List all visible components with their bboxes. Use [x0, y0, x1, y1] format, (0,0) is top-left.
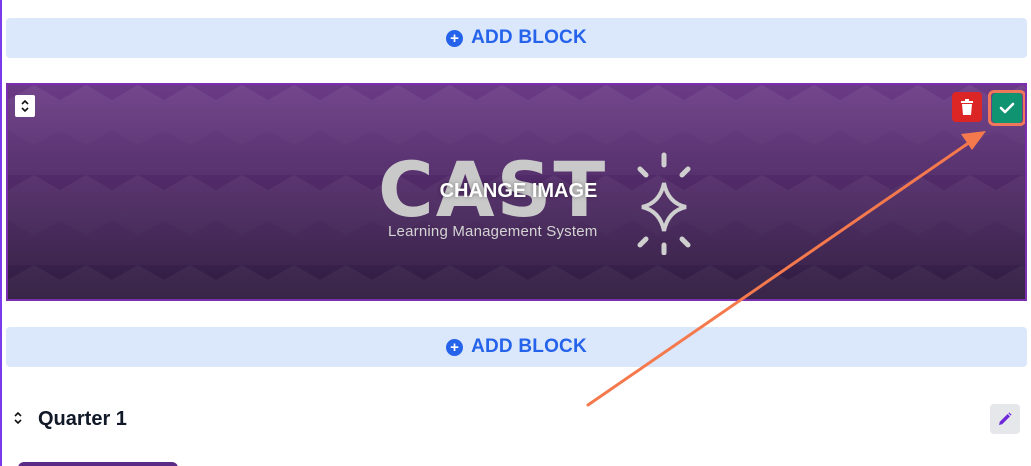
delete-block-button[interactable] [952, 92, 982, 122]
add-block-button-bottom[interactable]: + ADD BLOCK [6, 327, 1027, 367]
plus-circle-icon: + [446, 29, 464, 47]
logo-subtitle: Learning Management System [388, 223, 598, 240]
change-image-button[interactable]: CHANGE IMAGE [8, 180, 1025, 203]
banner-image-block[interactable]: CAST Learning Management System CHANGE I… [6, 83, 1027, 301]
add-block-button-top[interactable]: + ADD BLOCK [6, 18, 1027, 58]
trash-icon [961, 99, 973, 115]
section-tab[interactable] [18, 462, 178, 466]
add-block-label: ADD BLOCK [471, 336, 587, 357]
add-block-label: ADD BLOCK [471, 27, 587, 48]
section-header: Quarter 1 [0, 400, 1031, 440]
plus-circle-icon: + [446, 338, 464, 356]
section-drag-handle-icon[interactable] [13, 409, 23, 432]
pencil-icon [999, 412, 1012, 425]
confirm-block-button[interactable] [992, 93, 1022, 123]
edit-section-button[interactable] [990, 404, 1020, 434]
check-icon [999, 102, 1015, 114]
drag-handle-icon[interactable] [15, 95, 35, 117]
page-left-edge [0, 0, 2, 466]
section-title: Quarter 1 [38, 408, 127, 430]
